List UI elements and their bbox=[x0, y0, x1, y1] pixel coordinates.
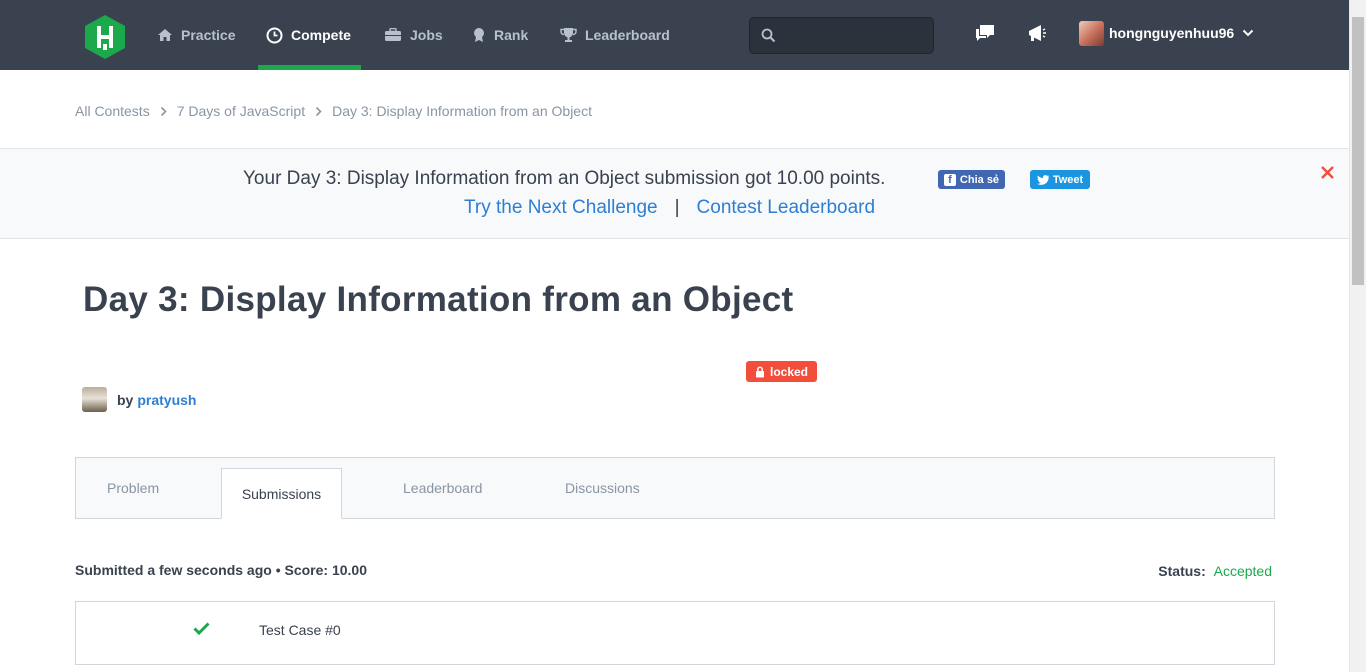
page-title: Day 3: Display Information from an Objec… bbox=[83, 280, 794, 319]
status-label: Status: bbox=[1158, 563, 1206, 579]
breadcrumb-challenge[interactable]: Day 3: Display Information from an Objec… bbox=[332, 103, 592, 119]
by-label: by bbox=[117, 391, 134, 408]
breadcrumb-all-contests[interactable]: All Contests bbox=[75, 103, 150, 119]
nav-practice[interactable]: Practice bbox=[157, 0, 235, 70]
clock-icon bbox=[266, 27, 283, 43]
tab-label: Problem bbox=[107, 480, 160, 496]
nav-label: Compete bbox=[291, 27, 351, 43]
facebook-share-label: Chia sẻ bbox=[959, 173, 1000, 186]
scrollbar-thumb[interactable] bbox=[1352, 17, 1364, 285]
link-separator: | bbox=[674, 197, 680, 218]
tweet-label: Tweet bbox=[1052, 173, 1084, 186]
test-case-row[interactable]: Test Case #0 bbox=[75, 601, 1275, 665]
chevron-down-icon bbox=[1243, 29, 1254, 37]
nav-label: Leaderboard bbox=[585, 27, 670, 43]
facebook-icon: f bbox=[943, 173, 956, 186]
hackerrank-logo[interactable] bbox=[83, 14, 127, 60]
tab-problem[interactable]: Problem bbox=[107, 458, 159, 518]
facebook-share-button[interactable]: f Chia sẻ bbox=[938, 170, 1005, 189]
search-box[interactable] bbox=[749, 17, 934, 54]
tab-discussions[interactable]: Discussions bbox=[565, 458, 640, 518]
close-icon[interactable] bbox=[1320, 165, 1335, 180]
banner-message: Your Day 3: Display Information from an … bbox=[243, 168, 886, 189]
nav-rank[interactable]: Rank bbox=[472, 0, 528, 70]
contest-leaderboard-link[interactable]: Contest Leaderboard bbox=[697, 197, 876, 219]
next-challenge-link[interactable]: Try the Next Challenge bbox=[464, 197, 658, 219]
active-nav-indicator bbox=[258, 65, 361, 70]
medal-icon bbox=[474, 28, 484, 42]
username: hongnguyenhuu96 bbox=[1109, 25, 1235, 41]
breadcrumb: All Contests 7 Days of JavaScript Day 3:… bbox=[75, 103, 592, 119]
page-scrollbar[interactable] bbox=[1349, 0, 1366, 672]
chevron-right-icon bbox=[160, 106, 167, 116]
locked-badge: locked bbox=[746, 361, 817, 382]
briefcase-icon bbox=[385, 28, 401, 41]
chat-icon[interactable] bbox=[974, 22, 996, 44]
user-menu[interactable]: hongnguyenhuu96 bbox=[1079, 20, 1254, 46]
search-icon bbox=[761, 28, 776, 43]
nav-label: Jobs bbox=[410, 27, 443, 43]
submission-status: Status: Accepted bbox=[1158, 563, 1272, 579]
chevron-right-icon bbox=[316, 106, 322, 116]
top-navbar: Practice Compete Jobs Rank Leaderboard h… bbox=[0, 0, 1349, 70]
tab-leaderboard[interactable]: Leaderboard bbox=[403, 458, 482, 518]
nav-label: Practice bbox=[181, 27, 236, 43]
breadcrumb-contest[interactable]: 7 Days of JavaScript bbox=[177, 103, 305, 119]
twitter-icon bbox=[1036, 174, 1049, 185]
submission-banner bbox=[0, 149, 1349, 239]
nav-leaderboard[interactable]: Leaderboard bbox=[560, 0, 670, 70]
locked-label: locked bbox=[769, 364, 808, 379]
nav-label: Rank bbox=[494, 27, 529, 43]
tweet-button[interactable]: Tweet bbox=[1030, 170, 1090, 189]
submission-info: Submitted a few seconds ago • Score: 10.… bbox=[75, 562, 367, 578]
status-value: Accepted bbox=[1213, 563, 1272, 579]
nav-compete[interactable]: Compete bbox=[266, 0, 351, 70]
check-icon bbox=[193, 622, 210, 635]
trophy-icon bbox=[560, 28, 577, 42]
user-avatar bbox=[1079, 20, 1104, 46]
megaphone-icon[interactable] bbox=[1026, 22, 1048, 44]
banner-links: Try the Next Challenge | Contest Leaderb… bbox=[464, 197, 875, 219]
search-input[interactable] bbox=[784, 18, 929, 53]
home-icon bbox=[158, 29, 172, 41]
lock-icon bbox=[755, 366, 764, 377]
tab-label: Submissions bbox=[241, 485, 322, 502]
author-avatar bbox=[82, 387, 107, 412]
author-link[interactable]: pratyush bbox=[137, 392, 196, 408]
nav-jobs[interactable]: Jobs bbox=[384, 0, 443, 70]
tab-submissions[interactable]: Submissions bbox=[221, 468, 342, 519]
tab-label: Leaderboard bbox=[403, 480, 483, 496]
tab-label: Discussions bbox=[565, 480, 640, 496]
author-info: by pratyush bbox=[82, 387, 196, 412]
test-case-label: Test Case #0 bbox=[259, 622, 341, 638]
challenge-tabs: Problem Submissions Leaderboard Discussi… bbox=[75, 457, 1275, 519]
